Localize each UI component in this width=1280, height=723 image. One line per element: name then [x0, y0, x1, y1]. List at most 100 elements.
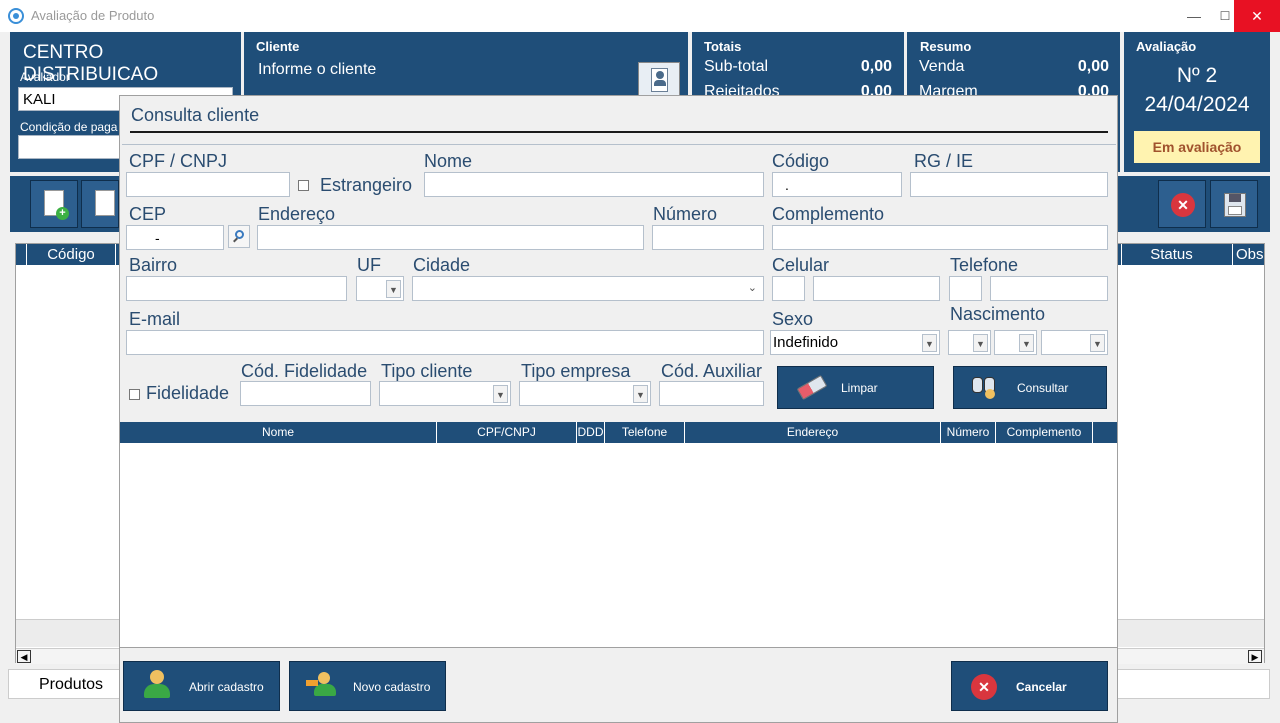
col-complemento[interactable]: Complemento	[996, 422, 1093, 443]
complemento-input[interactable]	[772, 225, 1108, 250]
results-grid-body[interactable]	[120, 443, 1117, 648]
tipo-cliente-label: Tipo cliente	[381, 361, 473, 381]
user-add-icon	[318, 672, 330, 684]
rg-label: RG / IE	[914, 151, 974, 171]
col-codigo[interactable]: Código	[26, 244, 116, 265]
save-icon	[1224, 193, 1246, 217]
consultar-button[interactable]: Consultar	[953, 366, 1107, 409]
save-button[interactable]	[1210, 180, 1258, 228]
results-grid-header: Nome CPF/CNPJ DDD Telefone Endereço Núme…	[120, 422, 1117, 443]
nascimento-label: Nascimento	[950, 304, 1046, 324]
col-status[interactable]: Status	[1121, 244, 1221, 265]
close-window-button[interactable]: ✕	[1234, 0, 1280, 32]
cancel-icon: ✕	[1171, 193, 1195, 217]
tipo-empresa-select[interactable]: ▼	[519, 381, 651, 406]
cidade-select[interactable]: ⌄	[412, 276, 764, 301]
cliente-search-button[interactable]	[638, 62, 680, 98]
avaliador-label: Avaliador	[20, 70, 70, 84]
fidelidade-label: Fidelidade	[146, 383, 230, 403]
celular-input[interactable]	[813, 276, 940, 301]
email-label: E-mail	[129, 309, 181, 329]
consulta-cliente-dialog: Consulta cliente CPF / CNPJ Estrangeiro …	[119, 95, 1118, 723]
telefone-ddd-input[interactable]	[949, 276, 982, 301]
tipo-empresa-label: Tipo empresa	[521, 361, 631, 381]
cancelar-button[interactable]: ✕ Cancelar	[951, 661, 1108, 711]
scroll-right-icon[interactable]: ▶	[1248, 650, 1262, 663]
codigo-input[interactable]: .	[772, 172, 902, 197]
condicao-label: Condição de paga	[20, 120, 118, 134]
sexo-select[interactable]: Indefinido ▼	[770, 330, 940, 355]
nascimento-month-select[interactable]: ▼	[994, 330, 1037, 355]
totais-label: Totais	[704, 39, 742, 54]
venda-value: 0,00	[1077, 58, 1109, 75]
novo-cadastro-label: Novo cadastro	[353, 680, 431, 694]
subtotal-value: 0,00	[860, 58, 892, 75]
estrangeiro-checkbox[interactable]	[298, 180, 309, 191]
estrangeiro-label: Estrangeiro	[320, 175, 413, 195]
cancel-avaliacao-button[interactable]: ✕	[1158, 180, 1206, 228]
complemento-label: Complemento	[772, 204, 885, 224]
cep-search-button[interactable]	[228, 225, 250, 248]
chevron-down-icon: ▼	[386, 280, 401, 298]
col-numero[interactable]: Número	[941, 422, 996, 443]
celular-ddd-input[interactable]	[772, 276, 805, 301]
endereco-input[interactable]	[257, 225, 644, 250]
cliente-value: Informe o cliente	[258, 61, 377, 78]
nascimento-year-select[interactable]: ▼	[1041, 330, 1108, 355]
numero-label: Número	[653, 204, 718, 224]
tab-produtos[interactable]: Produtos	[39, 676, 103, 694]
abrir-cadastro-button[interactable]: Abrir cadastro	[123, 661, 280, 711]
rg-input[interactable]	[910, 172, 1108, 197]
delete-document-icon	[95, 190, 115, 216]
numero-input[interactable]	[652, 225, 764, 250]
new-document-button[interactable]: +	[30, 180, 78, 228]
email-input[interactable]	[126, 330, 764, 355]
cancelar-label: Cancelar	[1016, 680, 1067, 694]
limpar-button[interactable]: Limpar	[777, 366, 934, 409]
cpf-input[interactable]	[126, 172, 290, 197]
chevron-down-icon: ▼	[633, 385, 648, 403]
telefone-input[interactable]	[990, 276, 1108, 301]
user-icon	[150, 670, 164, 684]
endereco-label: Endereço	[258, 204, 336, 224]
fidelidade-checkbox[interactable]	[129, 389, 140, 400]
nome-input[interactable]	[424, 172, 764, 197]
novo-cadastro-button[interactable]: Novo cadastro	[289, 661, 446, 711]
celular-label: Celular	[772, 255, 830, 275]
codigo-label: Código	[772, 151, 830, 171]
cep-label: CEP	[129, 204, 167, 224]
col-telefone[interactable]: Telefone	[605, 422, 685, 443]
title-bar: Avaliação de Produto — ☐ ✕	[0, 0, 1280, 32]
col-cpf-cnpj[interactable]: CPF/CNPJ	[437, 422, 577, 443]
cancel-icon: ✕	[971, 674, 997, 700]
nome-label: Nome	[424, 151, 473, 171]
bairro-input[interactable]	[126, 276, 347, 301]
col-endereco[interactable]: Endereço	[685, 422, 941, 443]
nascimento-day-select[interactable]: ▼	[948, 330, 991, 355]
consultar-label: Consultar	[1017, 381, 1069, 395]
binoculars-icon	[972, 377, 983, 393]
avaliacao-number: Nº 2	[1176, 64, 1218, 87]
tipo-cliente-select[interactable]: ▼	[379, 381, 511, 406]
cod-auxiliar-input[interactable]	[659, 381, 764, 406]
avaliacao-date: 24/04/2024	[1144, 93, 1250, 116]
col-ddd[interactable]: DDD	[577, 422, 605, 443]
avaliacao-label: Avaliação	[1136, 39, 1197, 54]
cidade-label: Cidade	[413, 255, 471, 275]
chevron-down-icon: ▼	[1090, 334, 1105, 352]
delete-document-button[interactable]	[81, 180, 119, 228]
uf-select[interactable]: ▼	[356, 276, 404, 301]
chevron-down-icon: ▼	[922, 334, 937, 352]
telefone-label: Telefone	[950, 255, 1019, 275]
uf-label: UF	[357, 255, 381, 275]
scroll-left-icon[interactable]: ◀	[17, 650, 31, 663]
cliente-label: Cliente	[256, 39, 300, 54]
cpf-label: CPF / CNPJ	[129, 151, 228, 171]
cod-fidelidade-input[interactable]	[240, 381, 371, 406]
col-obs[interactable]: Obse	[1232, 244, 1264, 265]
chevron-down-icon: ⌄	[747, 282, 757, 294]
window-title: Avaliação de Produto	[31, 8, 155, 23]
col-nome[interactable]: Nome	[120, 422, 437, 443]
dialog-title: Consulta cliente	[131, 105, 260, 125]
cep-input[interactable]: -	[126, 225, 224, 250]
